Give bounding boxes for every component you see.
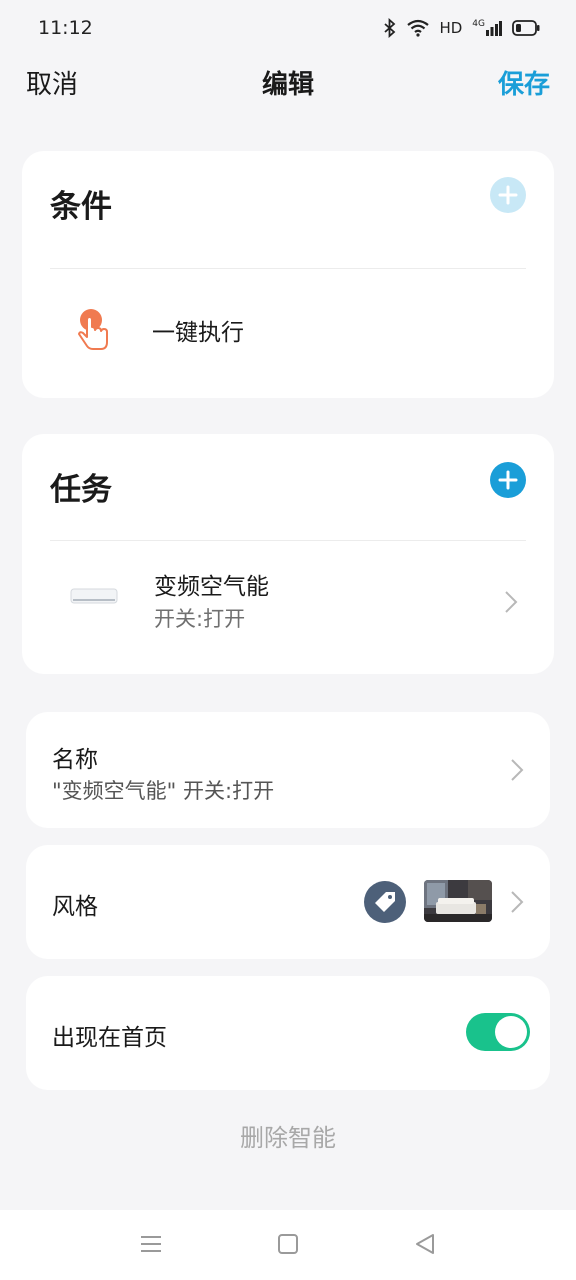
show-on-home-toggle[interactable]: [466, 1013, 530, 1051]
conditions-card: 条件 一键执行: [22, 151, 554, 398]
show-on-home-label: 出现在首页: [52, 1025, 167, 1051]
save-button[interactable]: 保存: [498, 64, 550, 101]
tag-icon: [364, 881, 406, 923]
task-item-label: 变频空气能: [154, 574, 269, 600]
home-icon[interactable]: [277, 1232, 299, 1260]
style-row-label: 风格: [52, 894, 98, 920]
cancel-button[interactable]: 取消: [26, 64, 78, 101]
condition-item[interactable]: 一键执行: [22, 269, 554, 389]
bedroom-thumbnail: [424, 880, 492, 922]
navigation-bar: [0, 1210, 576, 1280]
name-row-label: 名称: [52, 747, 98, 773]
toggle-knob: [495, 1016, 527, 1048]
status-bar: 11:12 HD 4G: [0, 0, 576, 56]
status-icons: HD 4G: [383, 18, 540, 38]
name-row[interactable]: 名称 "变频空气能" 开关:打开: [26, 712, 550, 828]
condition-item-label: 一键执行: [152, 320, 244, 346]
plus-icon: [498, 185, 518, 205]
chevron-right-icon: [511, 891, 524, 913]
page-title: 编辑: [261, 69, 314, 100]
task-item[interactable]: 变频空气能 开关:打开: [22, 541, 554, 666]
top-bar: 取消 编辑 保存: [0, 56, 576, 108]
wifi-icon: [407, 19, 430, 37]
show-on-home-row: 出现在首页: [26, 976, 550, 1090]
add-task-button[interactable]: [490, 462, 526, 498]
style-row[interactable]: 风格: [26, 845, 550, 959]
tasks-card: 任务 变频空气能 开关:打开: [22, 434, 554, 674]
name-row-value: "变频空气能" 开关:打开: [52, 779, 275, 803]
network-label: 4G: [472, 19, 485, 29]
add-condition-button[interactable]: [490, 177, 526, 213]
status-time: 11:12: [38, 17, 93, 39]
tasks-title: 任务: [50, 472, 112, 508]
back-icon[interactable]: [414, 1232, 436, 1260]
plus-icon: [498, 470, 518, 490]
battery-icon: [512, 20, 540, 36]
menu-icon[interactable]: [140, 1232, 162, 1260]
tap-hand-icon: [76, 307, 112, 355]
conditions-title: 条件: [50, 189, 112, 225]
chevron-right-icon: [505, 591, 518, 613]
chevron-right-icon: [511, 759, 524, 781]
air-conditioner-icon: [70, 587, 118, 611]
bluetooth-icon: [383, 18, 397, 38]
hd-label: HD: [439, 19, 463, 37]
signal-icon: 4G: [472, 19, 502, 37]
task-item-subtitle: 开关:打开: [154, 607, 246, 631]
delete-button[interactable]: 删除智能: [0, 1118, 576, 1153]
